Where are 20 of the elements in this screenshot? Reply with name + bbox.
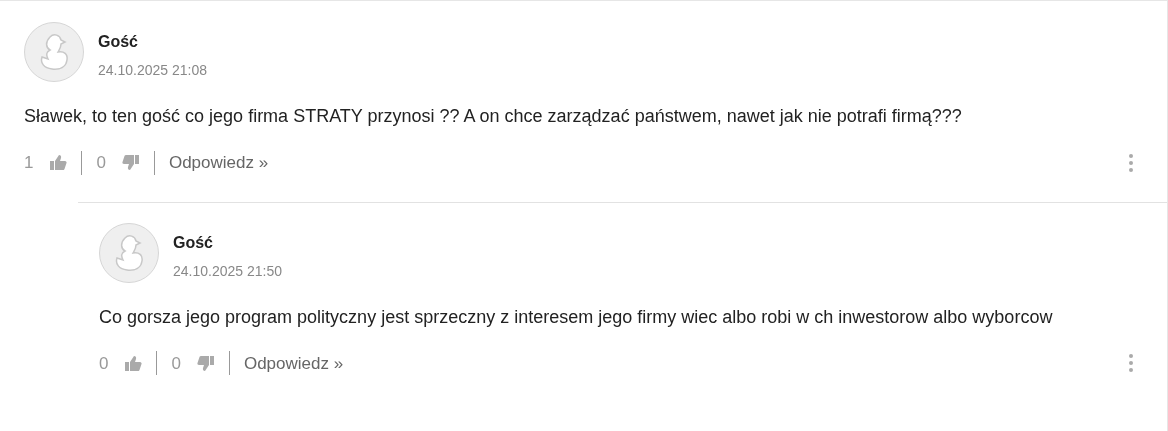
thumbs-down-icon[interactable]: [121, 154, 140, 172]
like-count: 0: [99, 352, 109, 375]
comment-date: 24.10.2025 21:50: [173, 261, 282, 281]
thumbs-down-icon[interactable]: [196, 354, 215, 372]
avatar-icon: [24, 22, 84, 82]
comment-text: Sławek, to ten gość co jego firma STRATY przynosi ?? A on chce zarządzać państwem, nawet jak nie potrafi firmą???: [24, 105, 963, 128]
dislike-count: 0: [171, 352, 181, 375]
more-options-icon[interactable]: [1129, 354, 1133, 373]
reply-link[interactable]: Odpowiedz »: [243, 350, 344, 376]
thumbs-up-icon[interactable]: [124, 354, 143, 372]
comment-date: 24.10.2025 21:08: [98, 61, 207, 80]
reply-link[interactable]: Odpowiedz »: [168, 150, 269, 176]
avatar-icon: [99, 222, 159, 283]
thumbs-up-icon[interactable]: [49, 154, 68, 172]
author-name: Gość: [173, 232, 214, 253]
comment-text: Co gorsza jego program polityczny jest sprzeczny z interesem jego firmy wiec albo robi w ch inwestorow albo wyborcow: [99, 305, 1054, 329]
more-options-icon[interactable]: [1129, 153, 1133, 172]
dislike-count: 0: [96, 152, 106, 174]
like-count: 1: [24, 152, 34, 174]
author-name: Gość: [98, 32, 139, 52]
